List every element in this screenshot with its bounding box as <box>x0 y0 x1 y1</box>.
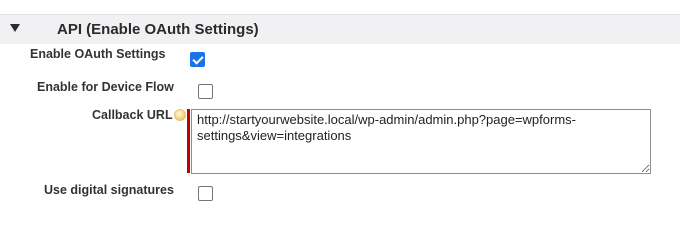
enable-oauth-checkbox[interactable] <box>190 52 205 67</box>
help-icon[interactable] <box>174 109 186 121</box>
callback-url-textarea[interactable] <box>191 109 651 174</box>
callback-url-label: Callback URL <box>92 108 173 122</box>
section-header[interactable]: API (Enable OAuth Settings) <box>0 14 680 44</box>
digital-signatures-checkbox[interactable] <box>198 186 213 201</box>
digital-signatures-label: Use digital signatures <box>44 183 174 197</box>
required-indicator <box>187 109 190 173</box>
device-flow-label: Enable for Device Flow <box>37 80 174 94</box>
device-flow-checkbox[interactable] <box>198 84 213 99</box>
collapse-triangle-icon[interactable] <box>10 24 20 32</box>
enable-oauth-label: Enable OAuth Settings <box>30 47 166 61</box>
section-title: API (Enable OAuth Settings) <box>57 21 259 38</box>
